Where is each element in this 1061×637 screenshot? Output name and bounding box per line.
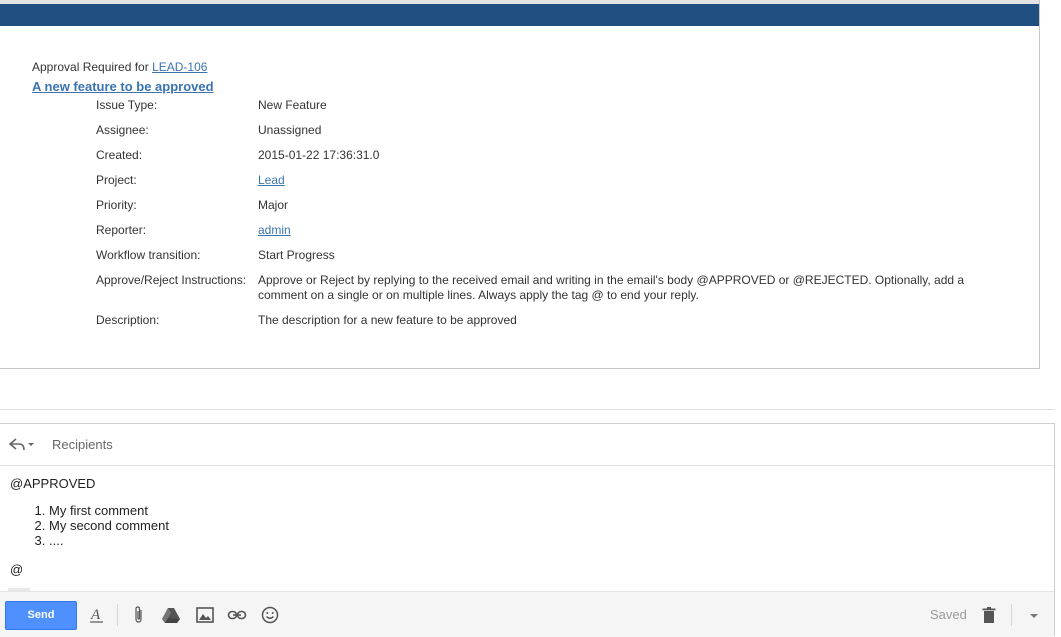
field-row-reporter: Reporter: admin [96, 223, 996, 248]
drive-icon[interactable] [161, 605, 181, 625]
approved-tag: @APPROVED [10, 476, 96, 491]
issue-title: A new feature to be approved [32, 79, 214, 94]
project-link[interactable]: Lead [258, 173, 285, 187]
toolbar-separator [117, 604, 118, 626]
recipients-label[interactable]: Recipients [52, 437, 113, 452]
send-button[interactable]: Send [5, 601, 77, 630]
reply-icon[interactable] [8, 436, 36, 454]
compose-toolbar: Send A Saved [0, 591, 1054, 637]
field-label: Description: [96, 313, 160, 327]
end-tag: @ [10, 562, 24, 577]
svg-text:A: A [90, 607, 101, 623]
field-label: Project: [96, 173, 137, 187]
field-value: Lead [258, 173, 996, 198]
field-label: Issue Type: [96, 98, 158, 112]
reporter-link[interactable]: admin [258, 223, 291, 237]
field-label: Reporter: [96, 223, 147, 237]
formatting-icon[interactable]: A [87, 605, 107, 625]
issue-key-link[interactable]: LEAD-106 [152, 60, 207, 74]
field-row-assignee: Assignee: Unassigned [96, 123, 996, 148]
field-value: Start Progress [258, 248, 335, 262]
email-message: Approval Required for LEAD-106 A new fea… [0, 0, 1040, 369]
field-label: Workflow transition: [96, 248, 201, 262]
image-icon[interactable] [195, 605, 215, 625]
compose-body[interactable]: @APPROVED My first comment My second com… [10, 476, 169, 577]
link-icon[interactable] [227, 605, 247, 625]
field-row-issue-type: Issue Type: New Feature [96, 98, 996, 123]
emoji-icon[interactable] [260, 605, 280, 625]
toolbar-separator [1011, 604, 1012, 626]
field-value: Approve or Reject by replying to the rec… [258, 273, 965, 302]
field-label: Assignee: [96, 123, 149, 137]
reply-compose: Recipients @APPROVED My first comment My… [0, 423, 1055, 637]
field-label: Approve/Reject Instructions: [96, 273, 247, 287]
field-value: admin [258, 223, 996, 248]
trash-icon[interactable] [979, 605, 999, 625]
field-value: 2015-01-22 17:36:31.0 [258, 148, 380, 162]
recipients-row[interactable]: Recipients [0, 424, 1054, 466]
list-item: My second comment [49, 518, 169, 533]
field-row-project: Project: Lead [96, 173, 996, 198]
field-row-instructions: Approve/Reject Instructions: Approve or … [96, 273, 996, 313]
chevron-down-icon [28, 443, 34, 446]
field-value: New Feature [258, 98, 327, 112]
field-row-created: Created: 2015-01-22 17:36:31.0 [96, 148, 996, 173]
chevron-down-icon [1030, 614, 1038, 618]
list-item: .... [49, 533, 169, 548]
issue-fields: Issue Type: New Feature Assignee: Unassi… [96, 98, 996, 338]
field-row-workflow-transition: Workflow transition: Start Progress [96, 248, 996, 273]
field-value: The description for a new feature to be … [258, 313, 517, 327]
comments-list: My first comment My second comment .... [10, 503, 169, 548]
field-label: Created: [96, 148, 143, 162]
header-bar [0, 0, 1039, 26]
field-row-priority: Priority: Major [96, 198, 996, 223]
more-options-icon[interactable] [1024, 605, 1044, 625]
saved-status: Saved [930, 607, 967, 622]
field-value: Major [258, 198, 289, 212]
attachment-icon[interactable] [129, 605, 149, 625]
issue-title-link[interactable]: A new feature to be approved [32, 79, 214, 94]
field-row-description: Description: The description for a new f… [96, 313, 996, 338]
approval-required-line: Approval Required for LEAD-106 [32, 60, 207, 74]
approval-prefix: Approval Required for [32, 60, 153, 74]
field-value: Unassigned [258, 123, 322, 137]
list-item: My first comment [49, 503, 169, 518]
field-label: Priority: [96, 198, 137, 212]
divider [0, 409, 1055, 410]
